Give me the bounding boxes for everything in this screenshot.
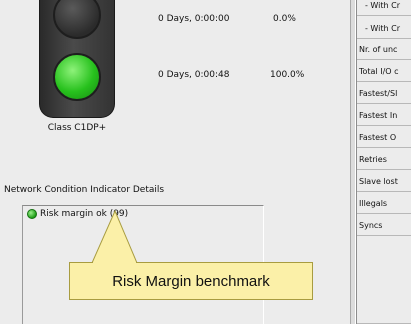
callout-text: Risk Margin benchmark bbox=[112, 272, 270, 290]
callout-annotation: Risk Margin benchmark bbox=[69, 262, 313, 300]
